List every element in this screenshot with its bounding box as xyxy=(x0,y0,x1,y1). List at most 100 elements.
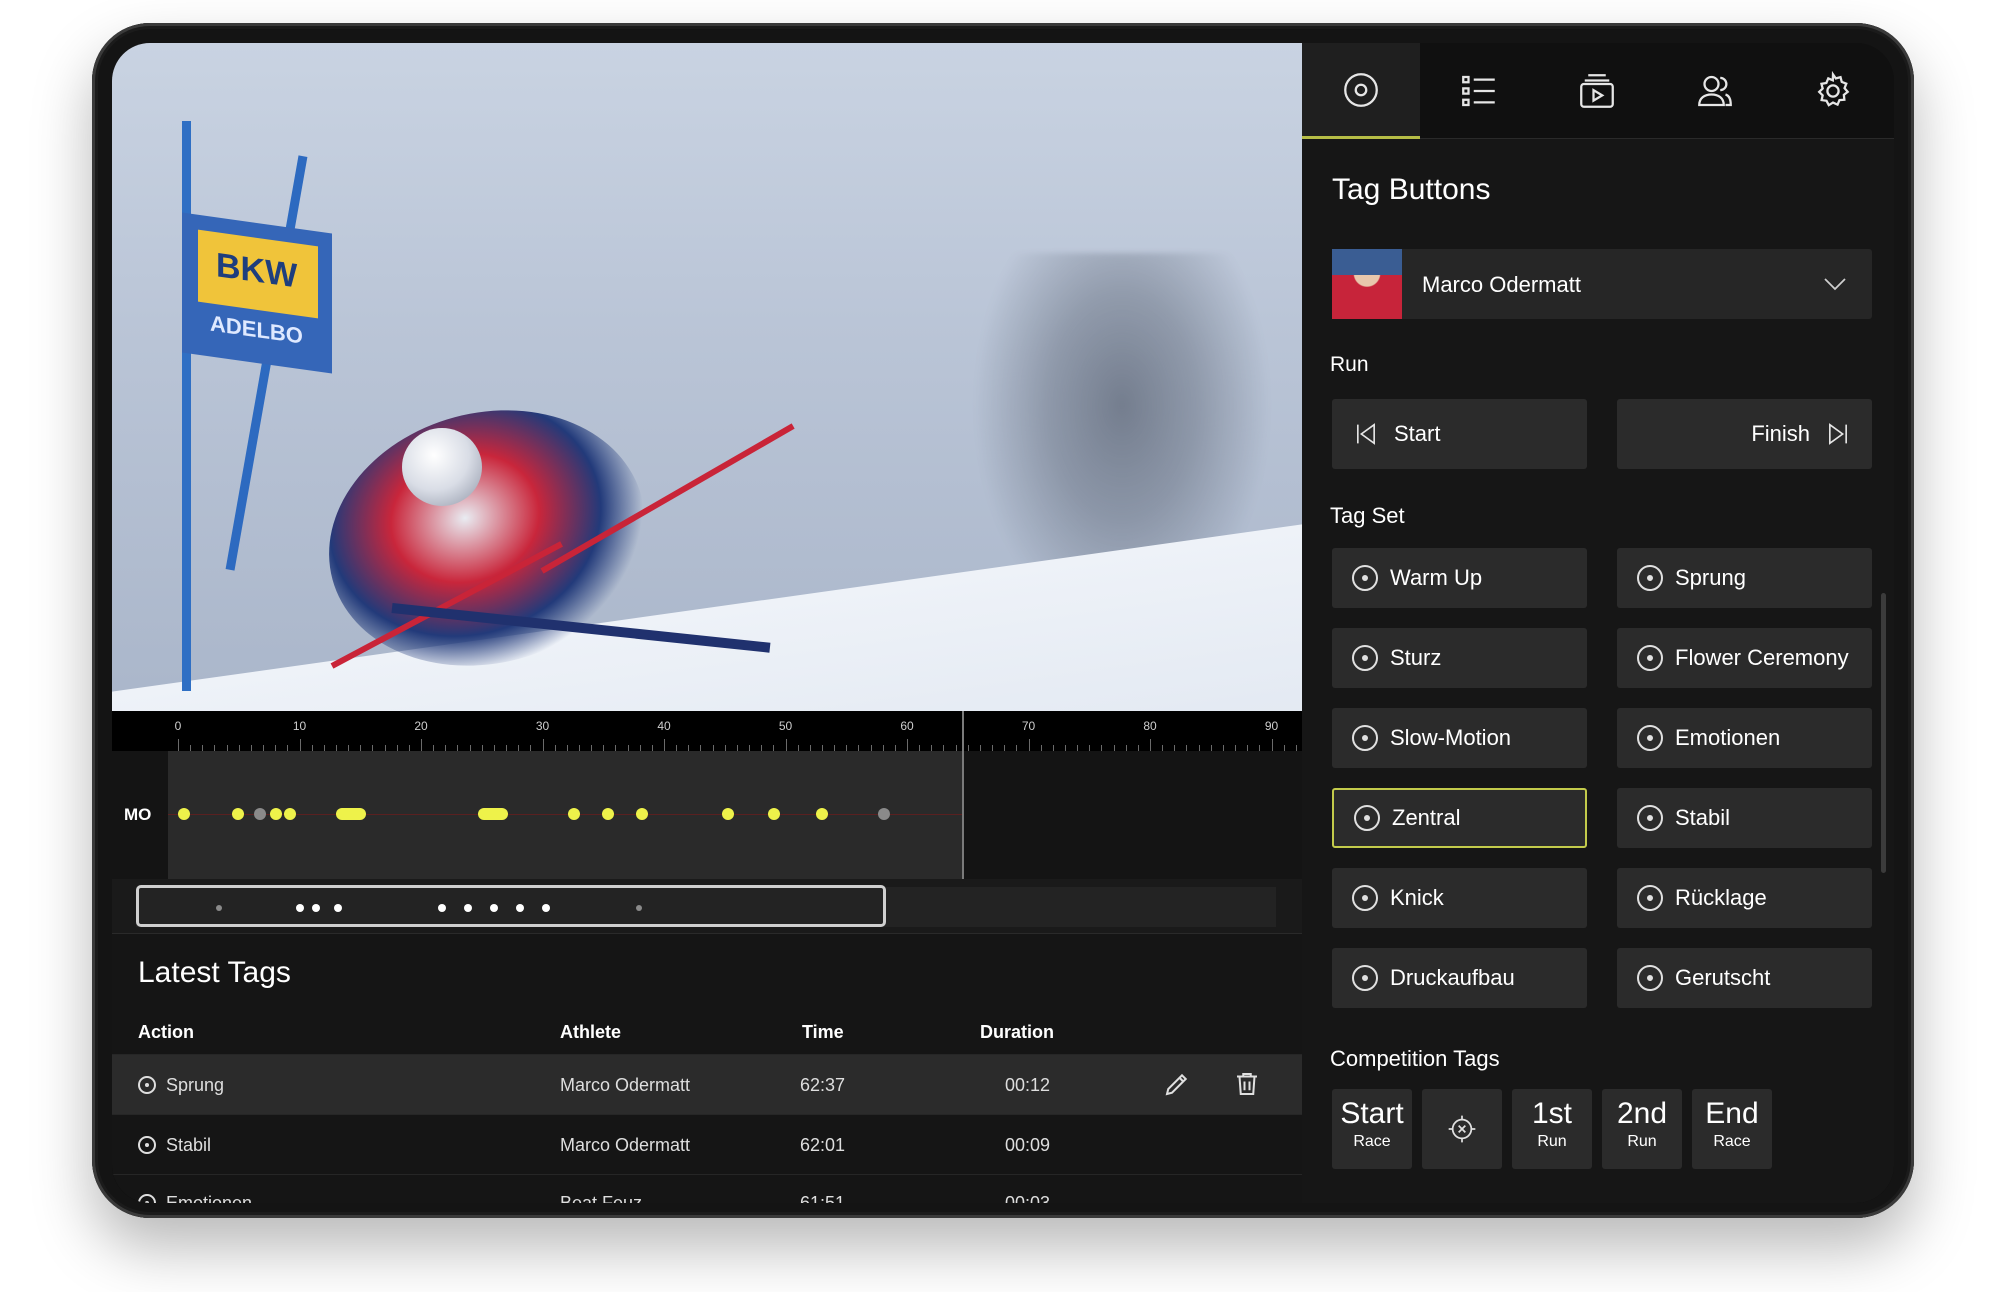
tag-track[interactable]: MO xyxy=(112,751,1302,879)
tag-icon xyxy=(138,1076,156,1094)
tab-athletes[interactable] xyxy=(1656,43,1774,139)
tag-button-left-3[interactable]: Zentral xyxy=(1332,788,1587,848)
tag-marker[interactable] xyxy=(636,808,648,820)
tab-playlist[interactable] xyxy=(1538,43,1656,139)
tag-button-right-4[interactable]: Rücklage xyxy=(1617,868,1872,928)
app-screen: BKW ADELBO 0 10 20 30 40 50 60 70 80 90 MO Latest… xyxy=(112,43,1894,1203)
tag-icon xyxy=(1637,805,1663,831)
tag-button-right-5[interactable]: Gerutscht xyxy=(1617,948,1872,1008)
tag-icon xyxy=(1637,885,1663,911)
panel-title: Tag Buttons xyxy=(1332,173,1491,206)
start-race-button[interactable]: Start Race xyxy=(1332,1089,1412,1169)
tag-icon xyxy=(1637,565,1663,591)
tag-button-left-5[interactable]: Druckaufbau xyxy=(1332,948,1587,1008)
ruler-tick xyxy=(299,739,301,751)
tag-marker[interactable] xyxy=(336,808,366,820)
tag-icon xyxy=(138,1194,156,1203)
tag-marker[interactable] xyxy=(722,808,734,820)
first-run-button[interactable]: 1st Run xyxy=(1512,1089,1592,1169)
tag-button-right-2[interactable]: Emotionen xyxy=(1617,708,1872,768)
row-time: 62:37 xyxy=(800,1075,846,1095)
ruler-tick xyxy=(1271,739,1273,751)
panel-scrollbar[interactable] xyxy=(1881,593,1886,873)
tag-buttons-panel: Tag Buttons Marco Odermatt Run Start Fin… xyxy=(1302,43,1894,1203)
tag-label: Gerutscht xyxy=(1675,965,1771,990)
lane-label: MO xyxy=(124,805,152,824)
ruler-label: 10 xyxy=(292,719,307,733)
table-row[interactable]: Emotionen Beat Feuz 61:51 00:03 xyxy=(112,1174,1302,1203)
target-button[interactable] xyxy=(1422,1089,1502,1169)
finish-label: Finish xyxy=(1751,421,1810,446)
table-row[interactable]: Sprung Marco Odermatt 62:37 00:12 xyxy=(112,1054,1302,1114)
overview-marker xyxy=(464,904,472,912)
finish-run-button[interactable]: Finish xyxy=(1617,399,1872,469)
tag-label: Flower Ceremony xyxy=(1675,645,1849,670)
tag-marker[interactable] xyxy=(178,808,190,820)
row-athlete: Marco Odermatt xyxy=(560,1135,691,1155)
playhead[interactable] xyxy=(962,711,964,881)
video-player[interactable]: BKW ADELBO xyxy=(112,43,1302,711)
gate-pole xyxy=(182,121,191,691)
end-race-big: End xyxy=(1705,1097,1759,1130)
row-action: Emotionen xyxy=(166,1193,253,1203)
tag-label: Stabil xyxy=(1675,805,1731,830)
users-icon xyxy=(1698,75,1732,107)
tag-button-right-3[interactable]: Stabil xyxy=(1617,788,1872,848)
tag-button-left-1[interactable]: Sturz xyxy=(1332,628,1587,688)
tag-marker[interactable] xyxy=(568,808,580,820)
ruler-tick xyxy=(178,739,179,751)
overview-scrubber[interactable] xyxy=(112,879,1302,933)
start-label: Start xyxy=(1394,421,1441,446)
tab-list[interactable] xyxy=(1420,43,1538,139)
tag-marker[interactable] xyxy=(270,808,282,820)
tag-marker[interactable] xyxy=(478,808,508,820)
second-run-button[interactable]: 2nd Run xyxy=(1602,1089,1682,1169)
chevron-down-icon xyxy=(1820,269,1850,304)
edit-icon[interactable] xyxy=(1162,1069,1192,1104)
ruler-tick xyxy=(785,739,787,751)
panel-tabs xyxy=(1302,43,1894,139)
tag-icon xyxy=(1354,805,1380,831)
col-time: Time xyxy=(802,1022,844,1042)
scrubber-window-handle[interactable] xyxy=(136,885,886,927)
tag-button-left-2[interactable]: Slow-Motion xyxy=(1332,708,1587,768)
list-icon xyxy=(1462,75,1495,107)
delete-icon[interactable] xyxy=(1232,1069,1262,1104)
tag-marker[interactable] xyxy=(232,808,244,820)
col-action: Action xyxy=(138,1022,194,1042)
playlist-icon xyxy=(1580,74,1614,108)
tag-label: Rücklage xyxy=(1675,885,1767,910)
tag-button-left-0[interactable]: Warm Up xyxy=(1332,548,1587,608)
overview-marker xyxy=(334,904,342,912)
video-workspace: BKW ADELBO 0 10 20 30 40 50 60 70 80 90 MO Latest… xyxy=(112,43,1302,1203)
tag-marker[interactable] xyxy=(254,808,266,820)
gear-icon xyxy=(1817,70,1850,107)
tag-marker[interactable] xyxy=(768,808,780,820)
tag-button-right-1[interactable]: Flower Ceremony xyxy=(1617,628,1872,688)
tag-icon xyxy=(1352,645,1378,671)
tag-icon xyxy=(1352,885,1378,911)
row-action: Sprung xyxy=(166,1075,225,1095)
timeline-ruler[interactable]: 0 10 20 30 40 50 60 70 80 90 xyxy=(112,711,1302,751)
tag-label: Emotionen xyxy=(1675,725,1781,750)
row-time: 61:51 xyxy=(800,1193,846,1203)
tag-marker[interactable] xyxy=(284,808,296,820)
tag-label: Warm Up xyxy=(1390,565,1483,590)
overview-marker xyxy=(216,905,222,911)
tag-button-left-4[interactable]: Knick xyxy=(1332,868,1587,928)
tab-settings[interactable] xyxy=(1774,43,1892,139)
ruler-tick xyxy=(664,739,665,751)
start-run-button[interactable]: Start xyxy=(1332,399,1587,469)
latest-tags-title: Latest Tags xyxy=(138,956,291,989)
tag-icon xyxy=(1352,965,1378,991)
tag-button-right-0[interactable]: Sprung xyxy=(1617,548,1872,608)
tag-label: Slow-Motion xyxy=(1390,725,1512,750)
athlete-dropdown[interactable]: Marco Odermatt xyxy=(1332,249,1872,319)
end-race-button[interactable]: End Race xyxy=(1692,1089,1772,1169)
tab-record[interactable] xyxy=(1302,43,1420,139)
table-row[interactable]: Stabil Marco Odermatt 62:01 00:09 xyxy=(112,1114,1302,1174)
tag-marker[interactable] xyxy=(878,808,890,820)
tag-marker[interactable] xyxy=(602,808,614,820)
second-run-small: Run xyxy=(1627,1133,1657,1150)
tag-marker[interactable] xyxy=(816,808,828,820)
